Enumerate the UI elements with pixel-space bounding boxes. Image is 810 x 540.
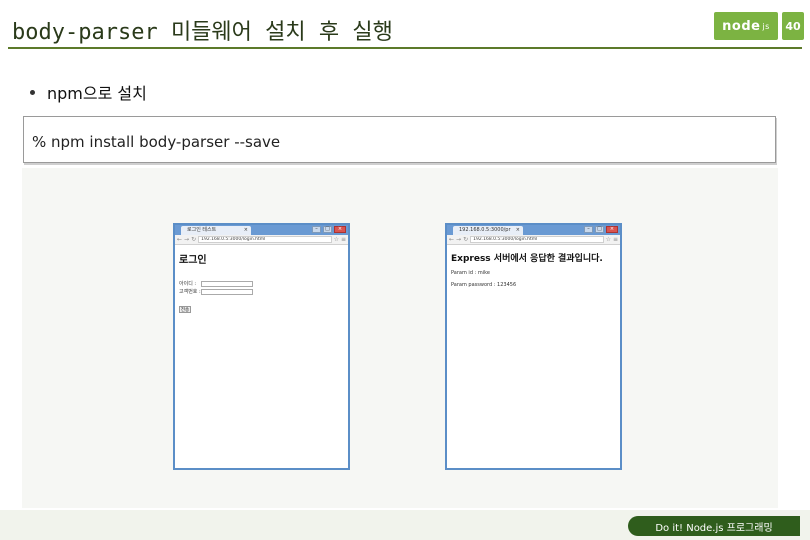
id-input[interactable] — [201, 280, 253, 287]
reload-icon[interactable]: ↻ — [463, 236, 468, 243]
param-password-line: Param password : 123456 — [451, 282, 517, 288]
page-content: 로그인 아이디 : 고객번호 : 전송 — [175, 245, 348, 321]
browser-tab[interactable]: 192.168.0.5:3000/pr × — [453, 226, 523, 235]
bullet-text: npm으로 설치 — [47, 84, 147, 103]
result-heading: Express 서버에서 응답한 결과입니다. — [451, 254, 603, 264]
minimize-button[interactable]: – — [584, 226, 593, 233]
window-buttons: – □ × — [584, 226, 618, 233]
browser-toolbar: ← → ↻ 192.168.0.5:3000/login.html ☆ ≡ — [447, 235, 620, 245]
slide: body-parser 미들웨어 설치 후 실행 node js 40 npm으로… — [0, 0, 810, 540]
id-label: 아이디 : — [179, 281, 197, 287]
close-button[interactable]: × — [334, 226, 346, 233]
browser-tab[interactable]: 로그인 테스트 × — [181, 226, 251, 235]
password-row: 고객번호 : — [179, 288, 344, 295]
slide-title: body-parser 미들웨어 설치 후 실행 — [12, 20, 393, 45]
result-browser-window: 192.168.0.5:3000/pr × – □ × ← → ↻ 192.16… — [445, 223, 622, 470]
login-heading: 로그인 — [179, 255, 207, 266]
command-text: % npm install body-parser --save — [32, 133, 281, 151]
page-number: 40 — [782, 12, 804, 40]
submit-button[interactable]: 전송 — [179, 306, 191, 313]
back-icon[interactable]: ← — [449, 236, 454, 243]
bullet-item: npm으로 설치 — [30, 80, 147, 104]
id-row: 아이디 : — [179, 280, 344, 287]
menu-icon[interactable]: ≡ — [613, 236, 618, 243]
forward-icon[interactable]: → — [184, 236, 189, 243]
star-icon[interactable]: ☆ — [334, 236, 339, 243]
screenshot-area — [22, 168, 778, 508]
param-id-line: Param id : mike — [451, 270, 490, 276]
browser-toolbar: ← → ↻ 192.168.0.5:3000/login.html ☆ ≡ — [175, 235, 348, 245]
tab-close-icon[interactable]: × — [244, 226, 248, 235]
tab-title: 192.168.0.5:3000/pr — [459, 227, 511, 233]
password-input[interactable] — [201, 288, 253, 295]
forward-icon[interactable]: → — [456, 236, 461, 243]
logo-text: node — [722, 18, 761, 34]
address-bar[interactable]: 192.168.0.5:3000/login.html — [470, 236, 604, 243]
address-bar[interactable]: 192.168.0.5:3000/login.html — [198, 236, 332, 243]
back-icon[interactable]: ← — [177, 236, 182, 243]
minimize-button[interactable]: – — [312, 226, 321, 233]
maximize-button[interactable]: □ — [323, 226, 332, 233]
footer-label: Do it! Node.js 프로그래밍 — [628, 516, 800, 536]
close-button[interactable]: × — [606, 226, 618, 233]
command-box: % npm install body-parser --save — [23, 116, 776, 163]
password-label: 고객번호 : — [179, 289, 201, 295]
maximize-button[interactable]: □ — [595, 226, 604, 233]
logo-suffix: js — [762, 21, 770, 31]
star-icon[interactable]: ☆ — [606, 236, 611, 243]
reload-icon[interactable]: ↻ — [191, 236, 196, 243]
browser-titlebar: 192.168.0.5:3000/pr × – □ × — [447, 225, 620, 235]
bullet-dot-icon — [30, 89, 35, 95]
tab-close-icon[interactable]: × — [516, 226, 520, 235]
tab-title: 로그인 테스트 — [187, 227, 217, 233]
title-divider — [8, 47, 802, 49]
page-content: Express 서버에서 응답한 결과입니다. Param id : mike … — [447, 245, 620, 300]
browser-titlebar: 로그인 테스트 × – □ × — [175, 225, 348, 235]
window-buttons: – □ × — [312, 226, 346, 233]
login-browser-window: 로그인 테스트 × – □ × ← → ↻ 192.168.0.5:3000/l… — [173, 223, 350, 470]
menu-icon[interactable]: ≡ — [341, 236, 346, 243]
nodejs-logo: node js — [714, 12, 778, 40]
